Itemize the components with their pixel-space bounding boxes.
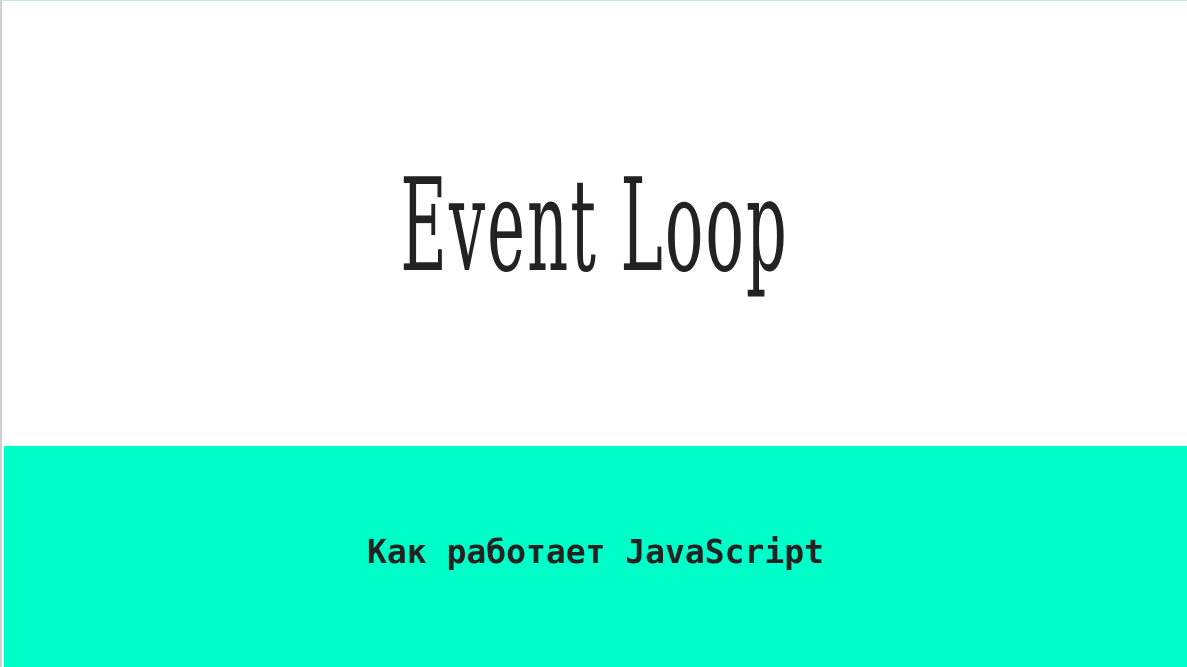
title-area: Event Loop [2,151,1187,301]
subtitle-band: Как работает JavaScript [4,446,1187,667]
slide: Event Loop Как работает JavaScript [0,0,1187,667]
slide-title: Event Loop [400,151,789,301]
slide-subtitle: Как работает JavaScript [367,532,824,571]
